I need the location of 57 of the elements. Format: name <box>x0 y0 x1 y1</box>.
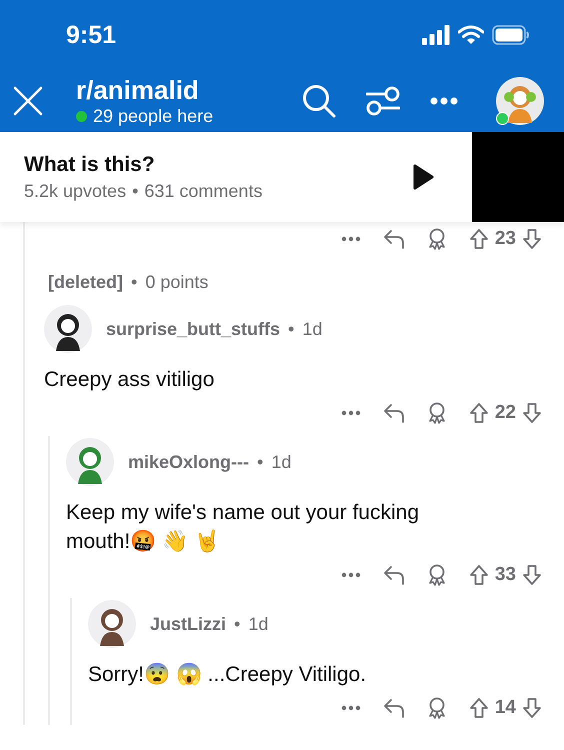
separator-dot: • <box>257 452 264 472</box>
downvote-icon[interactable] <box>522 564 542 586</box>
comment-text: Sorry!😨 😱 ...Creepy Vitiligo. <box>88 662 368 688</box>
reply-icon[interactable] <box>382 229 405 249</box>
vote-score: 23 <box>494 228 516 250</box>
award-icon[interactable] <box>426 697 447 719</box>
award-icon[interactable] <box>426 228 447 250</box>
reply-icon[interactable] <box>382 698 405 718</box>
profile-avatar[interactable] <box>496 77 544 125</box>
reply-icon[interactable] <box>382 403 405 423</box>
comment-count: 631 comments <box>144 180 262 202</box>
more-icon[interactable] <box>340 410 361 416</box>
upvote-icon[interactable] <box>468 228 489 250</box>
more-icon[interactable] <box>430 97 458 105</box>
separator-dot: • <box>131 272 138 293</box>
upvote-icon[interactable] <box>468 402 489 424</box>
more-icon[interactable] <box>340 705 361 711</box>
comment-text: Creepy ass vitiligo <box>44 367 216 393</box>
more-icon[interactable] <box>340 572 361 578</box>
play-icon[interactable] <box>412 164 434 190</box>
wifi-icon <box>458 25 484 45</box>
subreddit-title[interactable]: r/animalid <box>76 75 302 106</box>
separator-dot: • <box>132 180 138 202</box>
comment-age: 1d <box>302 318 322 340</box>
comment-age: 1d <box>248 614 268 634</box>
deleted-author: [deleted] <box>48 272 124 293</box>
award-icon[interactable] <box>426 564 447 586</box>
signal-icon <box>422 25 450 45</box>
more-icon[interactable] <box>340 236 361 242</box>
separator-dot: • <box>234 614 240 634</box>
upvote-icon[interactable] <box>468 697 489 719</box>
comment-text: Keep my wife's name out your fucking mouth!🤬 👋 🤘 <box>66 500 420 555</box>
separator-dot: • <box>288 318 294 340</box>
downvote-icon[interactable] <box>522 402 542 424</box>
close-icon[interactable] <box>12 85 44 117</box>
downvote-icon[interactable] <box>522 697 542 719</box>
downvote-icon[interactable] <box>522 228 542 250</box>
vote-score: 22 <box>494 402 516 424</box>
award-icon[interactable] <box>426 402 447 424</box>
upvote-count: 5.2k upvotes <box>24 180 126 202</box>
video-thumbnail[interactable] <box>472 132 564 222</box>
online-count: 29 people here <box>93 106 214 127</box>
battery-icon <box>492 25 530 45</box>
vote-score: 14 <box>494 697 516 719</box>
filter-icon[interactable] <box>366 86 400 116</box>
username[interactable]: surprise_butt_stuffs <box>106 318 280 340</box>
username[interactable]: mikeOxlong--- <box>128 452 250 472</box>
points-label: 0 points <box>145 272 208 293</box>
reply-icon[interactable] <box>382 565 405 585</box>
upvote-icon[interactable] <box>468 564 489 586</box>
username[interactable]: JustLizzi <box>150 614 226 634</box>
search-icon[interactable] <box>302 84 336 118</box>
post-title[interactable]: What is this? <box>24 152 412 176</box>
status-time: 9:51 <box>66 20 116 50</box>
vote-score: 33 <box>494 564 516 586</box>
online-dot <box>76 111 87 122</box>
comment-age: 1d <box>271 452 292 472</box>
